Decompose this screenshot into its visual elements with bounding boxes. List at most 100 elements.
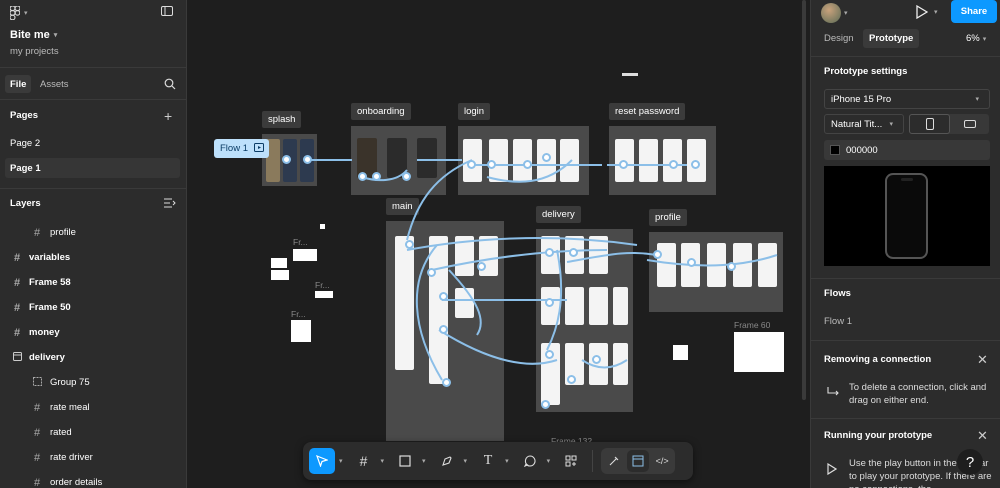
chevron-down-icon[interactable]: ▾ [339, 457, 343, 465]
chevron-down-icon[interactable]: ▾ [505, 457, 509, 465]
dev-mode-button[interactable]: </> [651, 450, 673, 472]
tip-remove-heading: Removing a connection [824, 354, 932, 365]
layer-order-details[interactable]: # order details [0, 470, 186, 488]
page-item-page-2[interactable]: Page 2 [10, 138, 40, 149]
background-color-field[interactable]: 000000 [824, 140, 990, 160]
connection-handle[interactable] [402, 172, 411, 181]
connection-handle[interactable] [727, 262, 736, 271]
flows-heading: Flows [824, 288, 851, 299]
connection-handle[interactable] [439, 292, 448, 301]
text-tool-button[interactable]: T [475, 448, 501, 474]
layer-money[interactable]: # money [0, 320, 186, 345]
connection-handle[interactable] [467, 160, 476, 169]
pages-heading: Pages [10, 110, 38, 121]
pen-tool-button[interactable] [434, 448, 460, 474]
draw-icon [609, 456, 619, 466]
connection [581, 359, 628, 369]
share-button[interactable]: Share [951, 0, 997, 23]
connection-handle[interactable] [567, 375, 576, 384]
layer-rate-meal[interactable]: # rate meal [0, 395, 186, 420]
layer-rated[interactable]: # rated [0, 420, 186, 445]
close-icon[interactable]: ✕ [977, 352, 988, 368]
connection-handle[interactable] [442, 378, 451, 387]
search-icon[interactable] [164, 78, 176, 90]
tab-assets[interactable]: Assets [40, 75, 69, 93]
connection-handle[interactable] [592, 355, 601, 364]
zoom-level: 6% [966, 33, 980, 44]
layer-frame-50[interactable]: # Frame 50 [0, 295, 186, 320]
help-button[interactable]: ? [957, 449, 983, 475]
connection-handle[interactable] [669, 160, 678, 169]
file-name[interactable]: Bite me ▾ [10, 29, 61, 41]
layer-variables[interactable]: # variables [0, 245, 186, 270]
portrait-button[interactable] [909, 114, 950, 134]
connection-handle[interactable] [358, 172, 367, 181]
tab-file[interactable]: File [5, 75, 32, 93]
canvas[interactable]: splash Flow 1 onboarding login reset pas… [187, 0, 810, 488]
draw-mode-button[interactable] [603, 450, 625, 472]
color-swatch[interactable] [830, 145, 840, 155]
tab-prototype[interactable]: Prototype [863, 29, 920, 48]
move-tool-button[interactable] [309, 448, 335, 474]
add-page-icon[interactable]: + [164, 108, 172, 124]
device-value: iPhone 15 Pro [831, 93, 892, 105]
connection-handle[interactable] [653, 250, 662, 259]
layer-profile[interactable]: # profile [0, 220, 186, 245]
frame-tool-button[interactable]: # [351, 448, 377, 474]
connection-handle[interactable] [477, 262, 486, 271]
text-icon: T [483, 453, 493, 468]
landscape-button[interactable] [950, 114, 989, 134]
layer-delivery[interactable]: delivery [0, 345, 186, 370]
connection-handle[interactable] [541, 400, 550, 409]
chevron-down-icon[interactable]: ▾ [381, 457, 385, 465]
connection-handle[interactable] [439, 325, 448, 334]
model-select[interactable]: Natural Tit... ▾ [824, 114, 904, 134]
code-icon: </> [655, 456, 669, 466]
sidebar-toggle-icon[interactable] [161, 6, 173, 16]
connection-handle[interactable] [282, 155, 291, 164]
vertical-scrollbar[interactable] [802, 0, 806, 400]
zoom-menu[interactable]: 6% ▾ [966, 33, 990, 44]
device-select[interactable]: iPhone 15 Pro ▾ [824, 89, 990, 109]
layer-group-75[interactable]: Group 75 [0, 370, 186, 395]
layer-label: Frame 58 [29, 277, 71, 288]
connection-handle[interactable] [542, 153, 551, 162]
layer-label: variables [29, 252, 71, 263]
chevron-down-icon[interactable]: ▾ [547, 457, 551, 465]
user-menu[interactable]: ▾ [821, 3, 852, 23]
connection-handle[interactable] [569, 248, 578, 257]
flow-item[interactable]: Flow 1 [824, 316, 852, 327]
connection-handle[interactable] [427, 268, 436, 277]
chevron-down-icon[interactable]: ▾ [464, 457, 468, 465]
comment-tool-button[interactable] [517, 448, 543, 474]
chevron-down-icon[interactable]: ▾ [422, 457, 426, 465]
file-name-text: Bite me [10, 29, 50, 41]
present-button[interactable]: ▾ [916, 5, 942, 19]
layer-rate-driver[interactable]: # rate driver [0, 445, 186, 470]
connection-handle[interactable] [691, 160, 700, 169]
page-item-page-1[interactable]: Page 1 [5, 158, 180, 178]
shape-tool-button[interactable] [392, 448, 418, 474]
actions-button[interactable] [558, 448, 584, 474]
layer-frame-58[interactable]: # Frame 58 [0, 270, 186, 295]
connection-handle[interactable] [687, 258, 696, 267]
layers-heading: Layers [10, 198, 41, 209]
connection-handle[interactable] [545, 298, 554, 307]
design-mode-button[interactable] [627, 450, 650, 472]
connection-handle[interactable] [545, 350, 554, 359]
tab-design[interactable]: Design [824, 33, 854, 44]
connection-handle[interactable] [405, 240, 414, 249]
connection [646, 254, 778, 267]
project-location[interactable]: my projects [10, 46, 59, 57]
connection-handle[interactable] [619, 160, 628, 169]
collapse-layers-icon[interactable] [164, 198, 176, 208]
close-icon[interactable]: ✕ [977, 428, 988, 444]
connection-handle[interactable] [372, 172, 381, 181]
connection-handle[interactable] [487, 160, 496, 169]
layer-label: rate meal [50, 402, 90, 413]
connection-handle[interactable] [523, 160, 532, 169]
connection-handle[interactable] [545, 248, 554, 257]
main-menu[interactable]: ▾ [10, 6, 32, 20]
connection-handle[interactable] [303, 155, 312, 164]
portrait-icon [925, 118, 934, 130]
